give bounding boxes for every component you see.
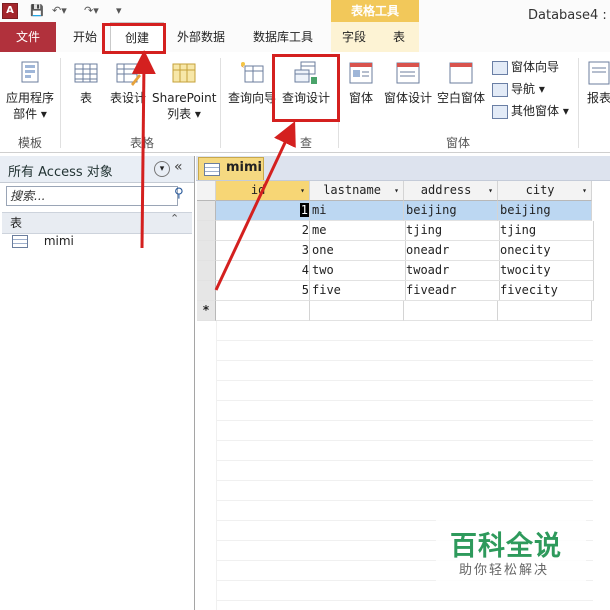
arrow-to-query-design: [214, 121, 296, 291]
watermark-slogan: 助你轻松解决: [459, 563, 550, 578]
annotation-arrows: [131, 50, 296, 291]
arrow-to-create-tab: [131, 50, 156, 249]
watermark-logo-text: 百科全说: [450, 531, 562, 562]
